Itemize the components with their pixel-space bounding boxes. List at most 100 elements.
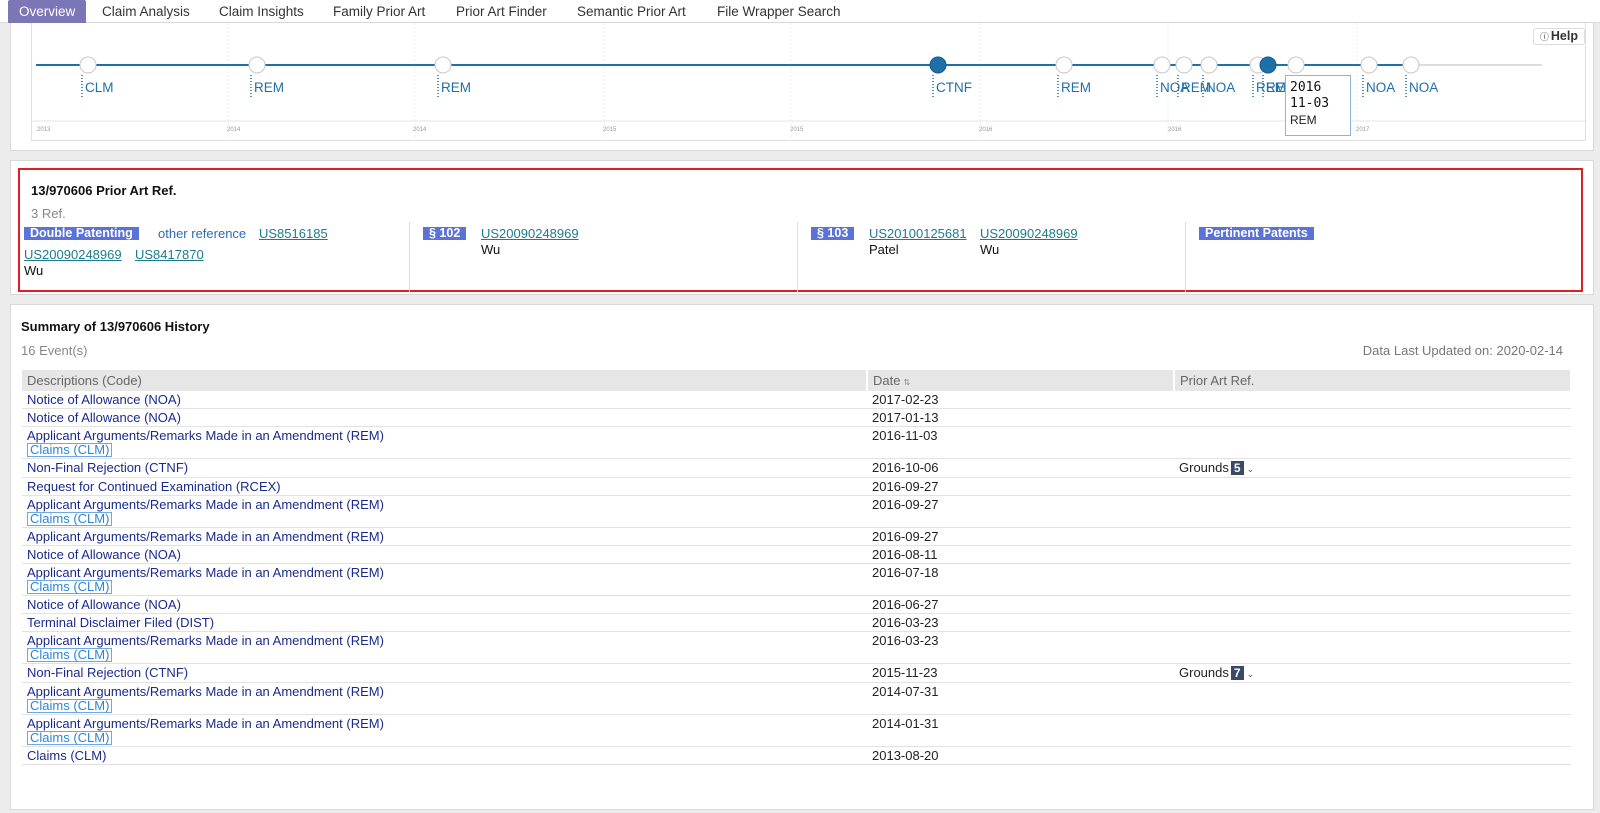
date-cell: 2014-07-31 bbox=[867, 682, 1174, 715]
table-row: Request for Continued Examination (RCEX)… bbox=[22, 477, 1571, 496]
timeline-event-node[interactable] bbox=[248, 56, 266, 74]
event-description-link[interactable]: Notice of Allowance (NOA) bbox=[27, 547, 181, 562]
ref-link[interactable]: US20100125681 bbox=[869, 226, 967, 241]
date-header-label: Date bbox=[873, 373, 901, 388]
year-tick-label: 2013 bbox=[37, 127, 51, 133]
section-102-badge: § 102 bbox=[423, 227, 467, 240]
timeline-event-node[interactable] bbox=[1153, 56, 1171, 74]
timeline-event-node[interactable] bbox=[1360, 56, 1378, 74]
timeline-chart[interactable]: 2013 2014 2014 2015 2015 2016 2016 2017 CLM REM RE… bbox=[31, 23, 1587, 141]
event-description-link[interactable]: Applicant Arguments/Remarks Made in an A… bbox=[27, 565, 384, 580]
sort-icon[interactable]: ⇅ bbox=[903, 378, 910, 387]
last-updated-value: 2020-02-14 bbox=[1496, 343, 1564, 358]
date-cell: 2016-06-27 bbox=[867, 595, 1174, 614]
ref-link[interactable]: US8417870 bbox=[135, 247, 204, 262]
event-description-link[interactable]: Notice of Allowance (NOA) bbox=[27, 392, 181, 407]
table-row: Notice of Allowance (NOA) 2016-06-27 bbox=[22, 595, 1571, 614]
description-cell: Applicant Arguments/Remarks Made in an A… bbox=[22, 527, 867, 546]
event-description-link[interactable]: Notice of Allowance (NOA) bbox=[27, 597, 181, 612]
section-103-badge: § 103 bbox=[811, 227, 855, 240]
ref-link[interactable]: US20090248969 bbox=[24, 247, 122, 262]
event-description-link[interactable]: Applicant Arguments/Remarks Made in an A… bbox=[27, 497, 384, 512]
timeline-event-label[interactable]: NOA bbox=[1206, 80, 1235, 95]
date-cell: 2016-09-27 bbox=[867, 477, 1174, 496]
table-header-row: Descriptions (Code) Date ⇅ Prior Art Ref. bbox=[22, 370, 1572, 391]
year-tick-label: 2015 bbox=[603, 127, 617, 133]
chevron-down-icon[interactable]: ⌄ bbox=[1247, 667, 1255, 681]
prior-art-cell bbox=[1174, 613, 1571, 632]
tooltip-date-day: 11-03 bbox=[1290, 96, 1330, 111]
tab-claim-insights[interactable]: Claim Insights bbox=[219, 0, 304, 23]
table-row: Terminal Disclaimer Filed (DIST) 2016-03-… bbox=[22, 613, 1571, 632]
timeline-event-label[interactable]: NOA bbox=[1366, 80, 1395, 95]
event-description-link[interactable]: Applicant Arguments/Remarks Made in an A… bbox=[27, 633, 384, 648]
table-row: Notice of Allowance (NOA) 2017-02-23 bbox=[22, 391, 1571, 409]
description-cell: Applicant Arguments/Remarks Made in an A… bbox=[22, 563, 867, 596]
prior-art-title: 13/970606 Prior Art Ref. bbox=[31, 183, 177, 198]
ref-link[interactable]: US20090248969 bbox=[980, 226, 1078, 241]
event-description-link[interactable]: Terminal Disclaimer Filed (DIST) bbox=[27, 615, 214, 630]
event-description-link[interactable]: Applicant Arguments/Remarks Made in an A… bbox=[27, 428, 384, 443]
claims-link[interactable]: Claims (CLM) bbox=[27, 731, 113, 745]
timeline-event-node[interactable] bbox=[1200, 56, 1218, 74]
timeline-event-node[interactable] bbox=[1175, 56, 1193, 74]
date-cell: 2017-01-13 bbox=[867, 408, 1174, 427]
help-label: Help bbox=[1550, 29, 1578, 43]
prior-art-highlight-box: 13/970606 Prior Art Ref. 3 Ref. Double P… bbox=[18, 168, 1583, 292]
prior-art-cell bbox=[1174, 563, 1571, 596]
event-description-link[interactable]: Non-Final Rejection (CTNF) bbox=[27, 460, 188, 475]
timeline-event-label[interactable]: REM bbox=[1061, 80, 1091, 95]
tab-family-prior-art[interactable]: Family Prior Art bbox=[333, 0, 425, 23]
help-button[interactable]: ⓘ Help bbox=[1532, 28, 1585, 45]
table-row: Applicant Arguments/Remarks Made in an A… bbox=[22, 495, 1571, 528]
event-description-link[interactable]: Applicant Arguments/Remarks Made in an A… bbox=[27, 529, 384, 544]
timeline-event-node[interactable] bbox=[79, 56, 97, 74]
date-cell: 2016-03-23 bbox=[867, 631, 1174, 664]
inventor-name: Wu bbox=[980, 242, 1000, 257]
ref-link[interactable]: US8516185 bbox=[259, 226, 328, 241]
tab-file-wrapper-search[interactable]: File Wrapper Search bbox=[717, 0, 841, 23]
timeline-svg[interactable]: 2013 2014 2014 2015 2015 2016 2016 2017 CLM REM RE… bbox=[32, 23, 1587, 141]
description-cell: Non-Final Rejection (CTNF) bbox=[22, 458, 867, 478]
event-description-link[interactable]: Applicant Arguments/Remarks Made in an A… bbox=[27, 716, 384, 731]
claims-link[interactable]: Claims (CLM) bbox=[27, 512, 113, 526]
claims-link[interactable]: Claims (CLM) bbox=[27, 648, 113, 662]
tab-claim-analysis[interactable]: Claim Analysis bbox=[102, 0, 190, 23]
timeline-event-label[interactable]: REM bbox=[441, 80, 471, 95]
claims-link[interactable]: Claims (CLM) bbox=[27, 580, 113, 594]
event-description-link[interactable]: Notice of Allowance (NOA) bbox=[27, 410, 181, 425]
chevron-down-icon[interactable]: ⌄ bbox=[1247, 462, 1255, 476]
column-header-date[interactable]: Date ⇅ bbox=[867, 370, 1175, 391]
timeline-event-label[interactable]: NOA bbox=[1409, 80, 1438, 95]
other-reference-link[interactable]: other reference bbox=[158, 226, 246, 241]
claims-link[interactable]: Claims (CLM) bbox=[27, 443, 113, 457]
timeline-event-node[interactable] bbox=[434, 56, 452, 74]
tab-semantic-prior-art[interactable]: Semantic Prior Art bbox=[577, 0, 686, 23]
description-cell: Non-Final Rejection (CTNF) bbox=[22, 663, 867, 683]
timeline-event-node[interactable] bbox=[1402, 56, 1420, 74]
date-cell: 2016-11-03 bbox=[867, 426, 1174, 459]
description-cell: Applicant Arguments/Remarks Made in an A… bbox=[22, 426, 867, 459]
description-cell: Request for Continued Examination (RCEX) bbox=[22, 477, 867, 496]
timeline-event-label[interactable]: REM bbox=[254, 80, 284, 95]
table-row: Non-Final Rejection (CTNF) 2016-10-06 Grou… bbox=[22, 458, 1571, 478]
ref-link[interactable]: US20090248969 bbox=[481, 226, 579, 241]
timeline-event-node[interactable] bbox=[1287, 56, 1305, 74]
timeline-event-label[interactable]: CLM bbox=[85, 80, 114, 95]
timeline-event-label[interactable]: CTNF bbox=[936, 80, 972, 95]
event-description-link[interactable]: Claims (CLM) bbox=[27, 748, 106, 763]
tab-prior-art-finder[interactable]: Prior Art Finder bbox=[456, 0, 547, 23]
timeline-event-node[interactable] bbox=[929, 56, 947, 74]
inventor-name: Wu bbox=[24, 263, 44, 278]
timeline-event-node[interactable] bbox=[1055, 56, 1073, 74]
column-header-prior-art[interactable]: Prior Art Ref. bbox=[1174, 370, 1572, 391]
event-description-link[interactable]: Request for Continued Examination (RCEX) bbox=[27, 479, 281, 494]
event-description-link[interactable]: Non-Final Rejection (CTNF) bbox=[27, 665, 188, 680]
timeline-event-node[interactable] bbox=[1259, 56, 1277, 74]
section-102-column: § 102 US20090248969 Wu bbox=[409, 222, 798, 292]
column-header-descriptions[interactable]: Descriptions (Code) bbox=[22, 370, 868, 391]
double-patenting-badge: Double Patenting bbox=[24, 227, 139, 240]
event-description-link[interactable]: Applicant Arguments/Remarks Made in an A… bbox=[27, 684, 384, 699]
tab-overview[interactable]: Overview bbox=[8, 0, 87, 23]
claims-link[interactable]: Claims (CLM) bbox=[27, 699, 113, 713]
